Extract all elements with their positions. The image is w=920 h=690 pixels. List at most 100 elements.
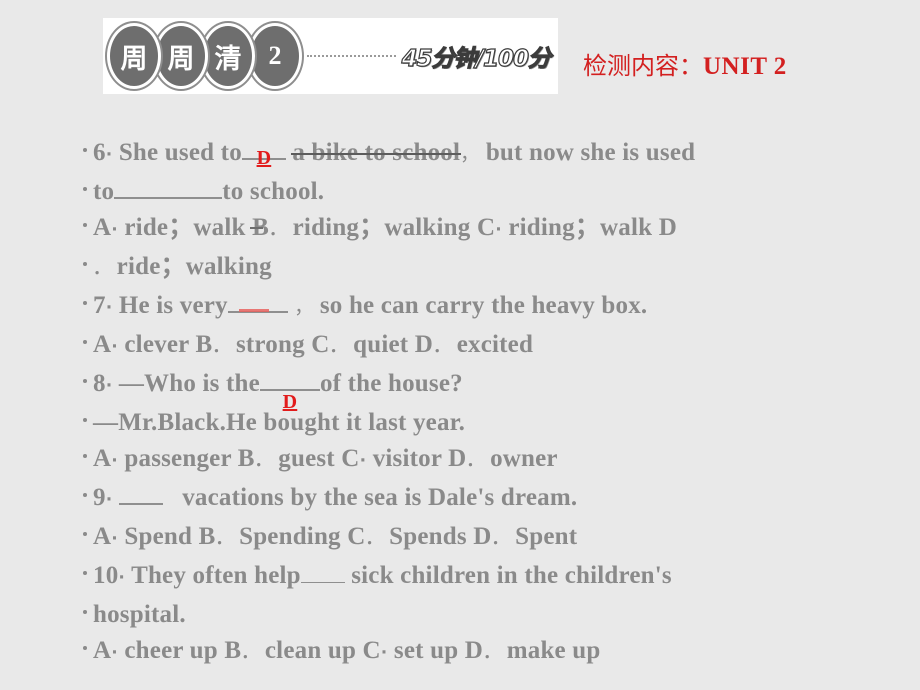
question-6-stem-before: She used to (118, 139, 242, 166)
option-8a-text: passenger (124, 445, 232, 472)
question-6-number: 6 (93, 139, 106, 166)
question-9-stem: 9· vacations by the sea is Dale's dream. (82, 481, 882, 517)
question-6-stem-line2: to to school. (82, 175, 882, 208)
option-6d-sep: ． (93, 259, 111, 279)
question-6-stem-after: but now she is used (485, 139, 696, 166)
option-10d-text: make up (506, 637, 601, 664)
option-6b-letter: B (252, 214, 269, 241)
option-10a-sep: · (111, 643, 118, 663)
question-6-stem-mid: a bike to school (292, 139, 461, 166)
header-banner: 周 周 清 2 45分钟/100分 (103, 18, 558, 94)
question-7-blank (227, 309, 288, 313)
option-9b-text: Spending (239, 523, 341, 550)
option-7d-sep: ． (433, 337, 451, 357)
question-6-options: A· ride；walk B． riding；walking C· riding… (82, 211, 882, 247)
question-8-stem-after: of the house? (319, 370, 463, 397)
dotted-connector (307, 55, 396, 57)
option-10d-letter: D (464, 637, 484, 664)
question-6-blank-2 (114, 197, 223, 199)
option-6a-letter: A (93, 214, 112, 241)
option-7b-letter: B (195, 331, 213, 358)
option-9d-sep: ． (491, 529, 509, 549)
option-9d-text: Spent (515, 523, 578, 550)
option-9a-text: Spend (124, 523, 193, 550)
option-7c-letter: C (311, 331, 330, 358)
question-7-red-mark (238, 309, 269, 312)
option-10b-text: clean up (264, 637, 357, 664)
unit-title: 检测内容：UNIT 2 (583, 46, 787, 81)
option-6c-sep: · (495, 220, 502, 240)
question-9-number: 9 (93, 484, 106, 511)
option-6d-letter: D (658, 214, 677, 241)
badge-oval-1: 周 (107, 23, 161, 89)
question-6-comma: ， (460, 143, 480, 165)
option-9d-letter: D (473, 523, 492, 550)
question-8-number: 8 (93, 370, 106, 397)
option-8b-letter: B (237, 445, 255, 472)
question-list: 6· She used to D a bike to school， but no… (82, 136, 882, 673)
question-10-line2-text: hospital. (93, 601, 186, 628)
question-10-stem: 10· They often help sick children in the… (82, 559, 882, 595)
question-7-stem-before: He is very (118, 292, 228, 319)
question-6-sep: · (105, 145, 113, 165)
option-7a-sep: · (111, 337, 118, 357)
option-9b-sep: ． (215, 529, 233, 549)
option-6b-text: riding；walking (292, 214, 471, 241)
option-10c-sep: · (380, 643, 388, 663)
option-8b-text: guest (278, 445, 335, 472)
question-7-options: A· clever B． strong C． quiet D． excited (82, 328, 882, 364)
question-6-options-line2: ． ride；walking (82, 250, 882, 286)
option-9c-sep: ． (365, 529, 383, 549)
option-9a-letter: A (93, 523, 112, 550)
option-6a-sep: · (111, 220, 118, 240)
question-8-reply: —Mr.Black.He bought it last year. (82, 406, 882, 439)
option-10c-text: set up (393, 637, 459, 664)
title-badge-group: 周 周 清 2 (107, 23, 302, 89)
question-6-line2-before: to (93, 178, 115, 205)
question-9-blank (118, 503, 163, 505)
option-8d-sep: ． (466, 451, 484, 471)
option-8c-text: visitor (372, 445, 442, 472)
question-8-blank: D (259, 389, 320, 413)
badge-label-2: 周 (167, 43, 195, 75)
badge-label-4: 2 (268, 41, 282, 70)
question-6-blank-1: D (241, 147, 286, 169)
question-10-stem-line2: hospital. (82, 598, 882, 631)
badge-oval-4: 2 (248, 23, 302, 89)
option-9c-text: Spends (389, 523, 467, 550)
option-9a-sep: · (111, 529, 118, 549)
unit-title-unit: UNIT 2 (703, 53, 787, 80)
option-6d-text: ride；walking (116, 253, 272, 280)
question-10-stem-before: They often help (131, 562, 301, 589)
question-9-stem-after: vacations by the sea is Dale's dream. (182, 484, 578, 511)
option-10a-letter: A (93, 637, 112, 664)
question-8-sep: · (105, 376, 113, 396)
option-10b-sep: ． (241, 643, 259, 663)
question-7-number: 7 (93, 292, 106, 319)
option-8a-sep: · (111, 451, 118, 471)
option-8b-sep: ． (254, 451, 272, 471)
question-6-line2-after: to school. (222, 178, 325, 205)
score-label: 45分钟/100分 (401, 45, 552, 72)
question-6-answer: D (256, 147, 272, 169)
question-7-stem-after: so he can carry the heavy box. (319, 292, 648, 319)
option-9b-letter: B (198, 523, 216, 550)
option-9c-letter: C (347, 523, 366, 550)
option-8c-sep: · (359, 451, 367, 471)
question-10-blank (300, 582, 345, 583)
badge-oval-2: 周 (154, 23, 208, 89)
question-8-stem-before: —Who is the (118, 370, 260, 397)
option-6a-text: ride；walk (124, 214, 246, 241)
option-6c-letter: C (476, 214, 496, 241)
question-10-stem-after: sick children in the children's (351, 562, 672, 589)
option-10b-letter: B (224, 637, 242, 664)
option-7a-text: clever (124, 331, 189, 358)
option-6c-text: riding；walk (508, 214, 653, 241)
question-10-number: 10 (93, 562, 119, 589)
option-7a-letter: A (93, 331, 112, 358)
option-10a-text: cheer up (124, 637, 218, 664)
badge-label-1: 周 (120, 43, 148, 75)
option-10d-sep: ． (483, 643, 501, 663)
question-8-stem: 8· —Who is the Dof the house? (82, 367, 882, 413)
badge-label-3: 清 (214, 43, 242, 75)
